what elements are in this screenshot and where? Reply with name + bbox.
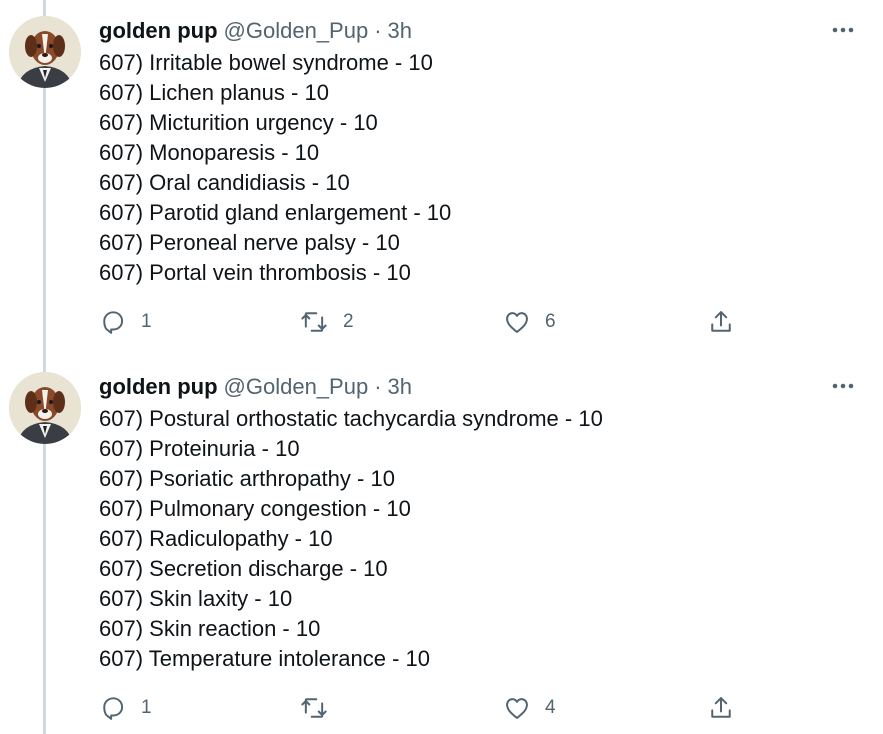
avatar[interactable] bbox=[9, 16, 81, 88]
tweet-text-line: 607) Proteinuria - 10 bbox=[99, 436, 300, 461]
tweet-timestamp[interactable]: 3h bbox=[388, 18, 412, 44]
tweet-text-line: 607) Temperature intolerance - 10 bbox=[99, 646, 431, 671]
tweet-text-line: 607) Peroneal nerve palsy - 10 bbox=[99, 230, 400, 255]
tweet-text-line: 607) Skin reaction - 10 bbox=[99, 616, 321, 641]
tweet-actions: 1 2 6 bbox=[99, 307, 749, 337]
retweet-button[interactable]: 2 bbox=[299, 307, 354, 337]
reply-button[interactable]: 1 bbox=[99, 307, 152, 337]
tweet-text-line: 607) Secretion discharge - 10 bbox=[99, 556, 388, 581]
tweet-text-line: 607) Radiculopathy - 10 bbox=[99, 526, 333, 551]
tweet-text-line: 607) Pulmonary congestion - 10 bbox=[99, 496, 411, 521]
tweet-text-line: 607) Irritable bowel syndrome - 10 bbox=[99, 50, 433, 75]
header-separator: · bbox=[374, 18, 382, 43]
tweet-text-line: 607) Lichen planus - 10 bbox=[99, 80, 329, 105]
retweet-icon bbox=[301, 698, 327, 718]
share-button[interactable] bbox=[707, 307, 735, 337]
author-handle[interactable]: @Golden_Pup bbox=[224, 374, 369, 400]
like-count: 4 bbox=[545, 697, 556, 718]
more-options-button[interactable] bbox=[831, 376, 855, 396]
tweet-header: golden pup @Golden_Pup · 3h bbox=[99, 17, 412, 45]
reply-count: 1 bbox=[141, 697, 152, 718]
more-options-button[interactable] bbox=[831, 20, 855, 40]
share-icon bbox=[711, 311, 731, 332]
tweet-text-line: 607) Skin laxity - 10 bbox=[99, 586, 293, 611]
like-count: 6 bbox=[545, 311, 556, 332]
share-button[interactable] bbox=[707, 693, 735, 723]
heart-icon bbox=[506, 698, 528, 719]
tweet-text-line: 607) Micturition urgency - 10 bbox=[99, 110, 378, 135]
tweet[interactable]: golden pup @Golden_Pup · 3h 607) Irritab… bbox=[0, 0, 883, 356]
retweet-icon bbox=[301, 312, 327, 332]
tweet-text-line: 607) Psoriatic arthropathy - 10 bbox=[99, 466, 395, 491]
more-options-icon bbox=[832, 27, 854, 33]
tweet-text-line: 607) Oral candidiasis - 10 bbox=[99, 170, 350, 195]
retweet-button[interactable] bbox=[299, 693, 343, 723]
tweet-timestamp[interactable]: 3h bbox=[388, 374, 412, 400]
like-button[interactable]: 4 bbox=[503, 693, 556, 723]
tweet-text-line: 607) Parotid gland enlargement - 10 bbox=[99, 200, 452, 225]
reply-count: 1 bbox=[141, 311, 152, 332]
dog-avatar-icon bbox=[9, 372, 81, 444]
reply-button[interactable]: 1 bbox=[99, 693, 152, 723]
tweet-text-line: 607) Portal vein thrombosis - 10 bbox=[99, 260, 411, 285]
author-handle[interactable]: @Golden_Pup bbox=[224, 18, 369, 44]
tweet-header: golden pup @Golden_Pup · 3h bbox=[99, 373, 412, 401]
tweet-actions: 1 4 bbox=[99, 693, 749, 723]
share-icon bbox=[711, 697, 731, 718]
reply-icon bbox=[103, 697, 124, 720]
dog-avatar-icon bbox=[9, 16, 81, 88]
tweet[interactable]: golden pup @Golden_Pup · 3h 607) Postura… bbox=[0, 356, 883, 734]
avatar[interactable] bbox=[9, 372, 81, 444]
more-options-icon bbox=[832, 383, 854, 389]
reply-icon bbox=[103, 311, 124, 334]
retweet-count: 2 bbox=[343, 311, 354, 332]
tweet-text-line: 607) Monoparesis - 10 bbox=[99, 140, 320, 165]
author-display-name[interactable]: golden pup bbox=[99, 18, 218, 44]
header-separator: · bbox=[374, 374, 382, 399]
tweet-text: 607) Postural orthostatic tachycardia sy… bbox=[99, 404, 603, 674]
like-button[interactable]: 6 bbox=[503, 307, 556, 337]
author-display-name[interactable]: golden pup bbox=[99, 374, 218, 400]
heart-icon bbox=[506, 312, 528, 333]
tweet-text-line: 607) Postural orthostatic tachycardia sy… bbox=[99, 406, 603, 431]
tweet-text: 607) Irritable bowel syndrome - 10 607) … bbox=[99, 48, 451, 288]
